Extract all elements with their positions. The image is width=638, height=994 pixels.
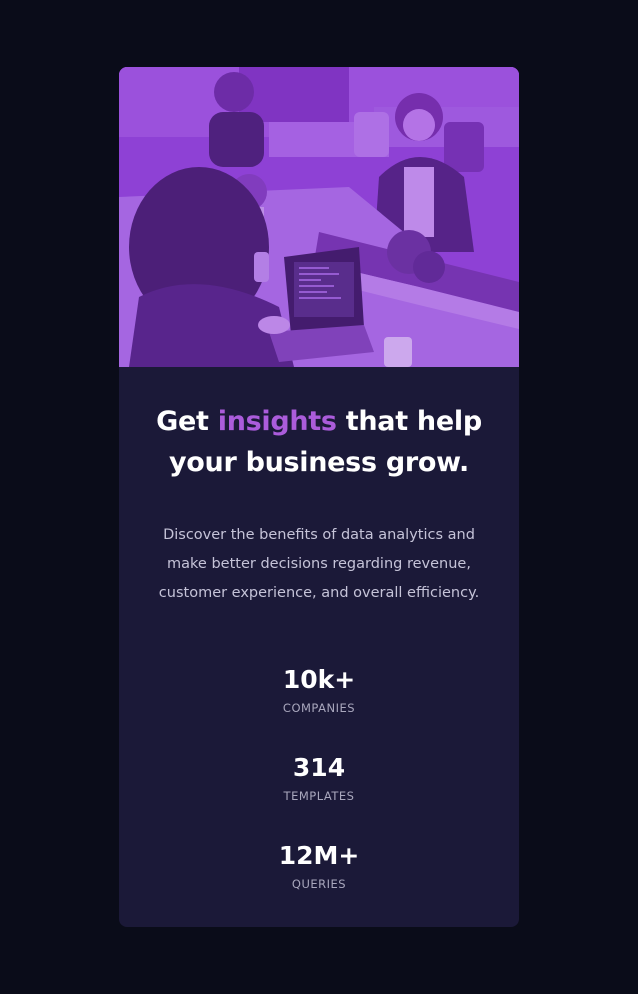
- stat-value: 12M+: [278, 841, 360, 870]
- heading-accent-word: insights: [217, 406, 337, 437]
- stats-list: 10k+ COMPANIES 314 TEMPLATES 12M+ QUERIE…: [119, 663, 519, 927]
- stat-label: COMPANIES: [282, 701, 356, 715]
- card-content: Get insights that help your business gro…: [119, 367, 519, 927]
- stat-label: TEMPLATES: [283, 789, 355, 803]
- heading-prefix: Get: [156, 406, 218, 437]
- stat-templates: 314 TEMPLATES: [119, 751, 519, 839]
- stat-value: 314: [292, 753, 346, 782]
- stats-preview-card: Get insights that help your business gro…: [119, 67, 519, 927]
- card-heading: Get insights that help your business gro…: [119, 401, 519, 483]
- stat-value: 10k+: [282, 665, 356, 694]
- stat-label: QUERIES: [291, 877, 347, 891]
- stat-companies: 10k+ COMPANIES: [119, 663, 519, 751]
- stat-queries: 12M+ QUERIES: [119, 839, 519, 927]
- card-description: Discover the benefits of data analytics …: [158, 527, 480, 601]
- office-team-photo: [119, 67, 519, 367]
- hero-image: [119, 67, 519, 367]
